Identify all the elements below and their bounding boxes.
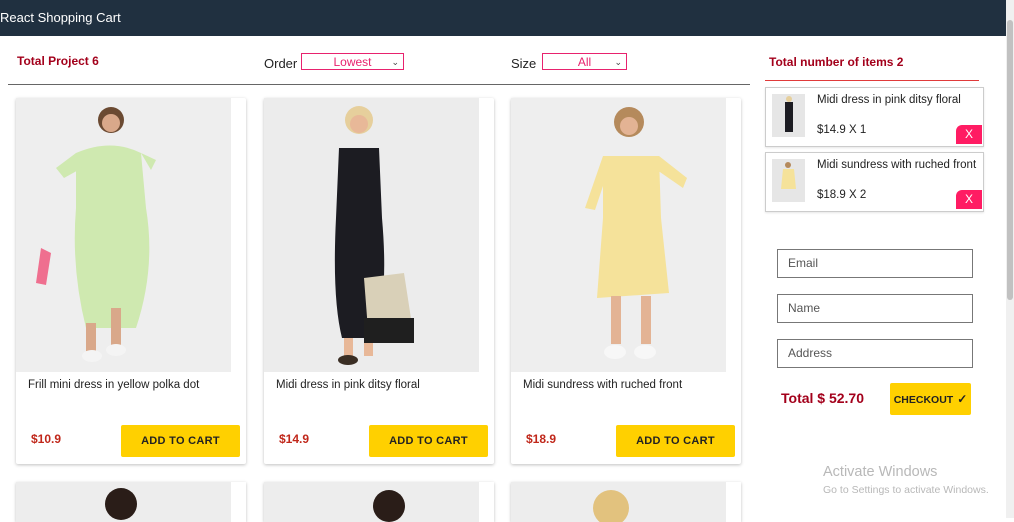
order-select[interactable]: Lowest ⌄ [301,53,404,70]
product-name[interactable]: Midi sundress with ruched front [523,379,682,391]
checkout-button[interactable]: CHECKOUT ✓ [890,383,971,415]
add-to-cart-button[interactable]: ADD TO CART [121,425,240,457]
product-card: Frill mini dress in yellow polka dot $10… [16,98,246,464]
product-card [264,482,494,522]
chevron-down-icon: ⌄ [391,57,399,67]
product-card [511,482,741,522]
email-field[interactable]: Email [777,249,973,278]
product-card: Midi sundress with ruched front $18.9 AD… [511,98,741,464]
product-name[interactable]: Frill mini dress in yellow polka dot [28,379,199,391]
order-label: Order [264,56,298,71]
address-field[interactable]: Address [777,339,973,368]
chevron-down-icon: ⌄ [614,57,622,67]
size-select[interactable]: All ⌄ [542,53,627,70]
scrollbar-thumb[interactable] [1007,20,1013,300]
add-to-cart-button[interactable]: ADD TO CART [369,425,488,457]
cart-item-price: $14.9 X 1 [817,124,867,136]
cart-item: Midi sundress with ruched front $18.9 X … [765,152,984,212]
product-image[interactable] [511,482,726,522]
cart-item: Midi dress in pink ditsy floral $14.9 X … [765,87,984,147]
product-image[interactable] [16,482,231,522]
cart-item-price: $18.9 X 2 [817,189,867,201]
order-select-value: Lowest [333,55,372,69]
cart-item-name: Midi dress in pink ditsy floral [817,94,961,106]
page-scrollbar[interactable] [1006,0,1014,518]
product-image[interactable] [511,98,726,372]
checkout-label: CHECKOUT [893,394,954,406]
windows-activation-title: Activate Windows [823,464,938,480]
cart-item-count: Total number of items 2 [769,55,904,69]
cart-item-name: Midi sundress with ruched front [817,159,977,171]
windows-activation-subtitle: Go to Settings to activate Windows. [823,484,989,496]
name-field[interactable]: Name [777,294,973,323]
product-image[interactable] [264,482,479,522]
size-label: Size [511,56,537,71]
size-select-value: All [577,55,592,69]
product-image[interactable] [264,98,479,372]
cart-divider [765,80,979,81]
remove-item-button[interactable]: X [956,125,982,144]
app-title: React Shopping Cart [0,10,121,25]
product-card: Midi dress in pink ditsy floral $14.9 AD… [264,98,494,464]
product-price: $18.9 [526,432,557,446]
product-price: $14.9 [279,432,310,446]
product-name[interactable]: Midi dress in pink ditsy floral [276,379,420,391]
cart-total: Total $ 52.70 [781,390,865,406]
total-products-count: Total Project 6 [17,54,99,68]
product-image[interactable] [16,98,231,372]
cart-item-image [772,94,805,137]
filter-bar: Total Project 6 Order Lowest ⌄ Size All … [8,42,750,85]
cart-item-image [772,159,805,202]
product-price: $10.9 [31,432,62,446]
add-to-cart-button[interactable]: ADD TO CART [616,425,735,457]
app-header: React Shopping Cart [0,0,1006,36]
remove-item-button[interactable]: X [956,190,982,209]
product-card [16,482,246,522]
check-icon: ✓ [957,392,968,406]
